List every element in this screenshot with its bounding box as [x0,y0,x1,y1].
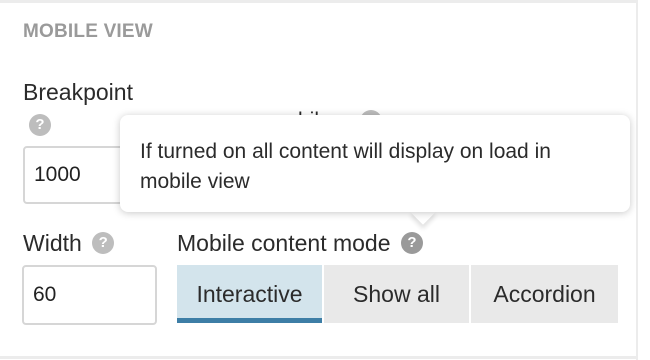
width-label: Width ? [23,230,115,257]
breakpoint-label: Breakpoint [23,79,133,105]
right-divider [636,0,638,360]
width-label-text: Width [23,230,82,256]
content-mode-label-text: Mobile content mode [177,230,391,256]
help-tooltip: If turned on all content will display on… [120,115,630,212]
content-mode-label: Mobile content mode ? [177,230,423,257]
breakpoint-input[interactable] [23,146,133,204]
tooltip-text: If turned on all content will display on… [140,140,551,193]
breakpoint-help-icon[interactable]: ? [29,114,51,136]
content-mode-option-accordion[interactable]: Accordion [471,265,618,323]
width-help-icon[interactable]: ? [92,231,115,254]
mobile-view-settings-panel: MOBILE VIEW Breakpoint ? bile ? Width ? … [0,0,650,360]
section-title: MOBILE VIEW [23,21,153,42]
content-mode-help-icon[interactable]: ? [400,231,423,254]
top-divider [0,0,636,3]
content-mode-option-interactive[interactable]: Interactive [177,265,322,323]
width-input[interactable] [22,265,157,325]
bottom-divider [0,356,636,359]
content-mode-option-show-all[interactable]: Show all [324,265,469,323]
